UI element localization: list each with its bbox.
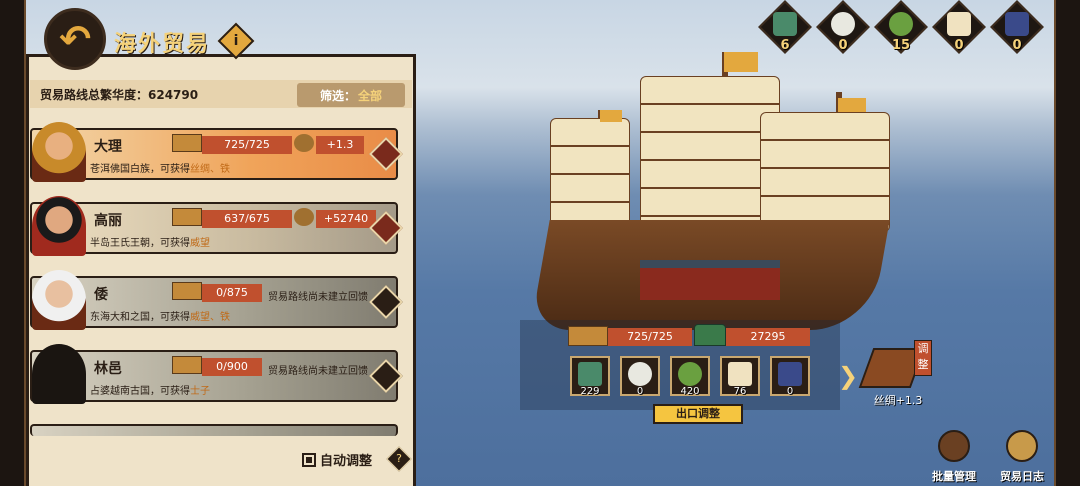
- chevron-right-icon: ❯: [838, 362, 859, 390]
- filter-button[interactable]: 筛选： 全部: [297, 83, 405, 107]
- filter-label: 筛选：: [319, 88, 356, 103]
- resource-count: 0: [954, 38, 964, 53]
- batch-manage-button[interactable]: 批量管理: [926, 428, 982, 484]
- auto-adjust-checkbox[interactable]: [302, 452, 316, 467]
- cargo-count: 76: [733, 386, 747, 397]
- trade-log-label: 贸易日志: [1000, 470, 1044, 483]
- cargo-count: 0: [636, 386, 644, 397]
- ship-icon: [938, 430, 970, 462]
- route-desc: 占婆越南古国，可获得士子: [90, 386, 210, 397]
- route-name: 林邑: [94, 361, 122, 377]
- resource-book[interactable]: 0: [990, 0, 1044, 54]
- silk-bonus-label: 丝绸+1.3: [873, 394, 923, 407]
- back-button[interactable]: ↶: [44, 8, 106, 70]
- avatar: [32, 344, 86, 404]
- resource-count: 0: [1012, 38, 1022, 53]
- total-prosperity-label: 贸易路线总繁华度：624790: [40, 88, 199, 102]
- route-desc: 东海大和之国，可获得威望、铁: [90, 312, 230, 323]
- bronze-vessel-icon: [773, 12, 797, 36]
- auto-adjust-label: 自动调整: [320, 454, 373, 469]
- route-status: 贸易路线尚未建立回馈: [268, 292, 368, 303]
- route-desc: 苍洱佛国白族，可获得丝绸、铁: [90, 164, 230, 175]
- ship-money: 27295: [726, 328, 810, 346]
- avatar: [32, 196, 86, 256]
- route-flag-button[interactable]: [369, 359, 403, 393]
- left-frame: [0, 0, 26, 486]
- export-adjust-button[interactable]: 出口调整: [653, 404, 743, 424]
- porcelain-plate-icon: [628, 362, 652, 386]
- porcelain-plate-icon: [831, 12, 855, 36]
- avatar: [32, 122, 86, 182]
- scroll-painting-icon: [947, 12, 971, 36]
- route-row-partial: [30, 424, 398, 436]
- tea-leaves-icon: [678, 362, 702, 386]
- cargo-count: 229: [580, 386, 600, 397]
- page-title: 海外贸易: [114, 32, 211, 57]
- cargo-count: 0: [786, 386, 794, 397]
- resource-porcelain[interactable]: 0: [816, 0, 870, 54]
- scroll-painting-icon: [728, 362, 752, 386]
- resource-tea[interactable]: 15: [874, 0, 928, 54]
- route-row-linyi[interactable]: 林邑 占婆越南古国，可获得士子 0/900 贸易路线尚未建立回馈: [30, 344, 403, 404]
- back-arrow-icon: ↶: [59, 17, 91, 61]
- cargo-icon: [172, 134, 202, 152]
- adjust-tag[interactable]: 调整: [914, 340, 932, 376]
- route-bonus: +1.3: [316, 136, 364, 154]
- route-flag-button[interactable]: [369, 285, 403, 319]
- route-flag-button[interactable]: [369, 137, 403, 171]
- route-capacity: 725/725: [202, 136, 292, 154]
- ship-capacity: 725/725: [608, 328, 692, 346]
- cargo-count: 420: [680, 386, 700, 397]
- auto-adjust-toggle[interactable]: 自动调整: [302, 450, 372, 469]
- prestige-icon: [294, 208, 314, 226]
- route-row-goryeo[interactable]: 高丽 半岛王氏王朝，可获得威望 637/675 +52740: [30, 196, 403, 256]
- book-icon: [1005, 12, 1029, 36]
- route-name: 高丽: [94, 213, 122, 229]
- route-name: 大理: [94, 139, 122, 155]
- batch-manage-label: 批量管理: [932, 470, 976, 483]
- cargo-icon: [172, 356, 202, 374]
- scroll-icon: [1006, 430, 1038, 462]
- cargo-icon: [172, 208, 202, 226]
- resource-bronze[interactable]: 6: [758, 0, 812, 54]
- trade-log-button[interactable]: 贸易日志: [994, 428, 1050, 484]
- filter-value: 全部: [358, 88, 383, 103]
- treasury-icon: [694, 324, 726, 346]
- book-icon: [778, 362, 802, 386]
- avatar: [32, 270, 86, 330]
- route-capacity: 0/900: [202, 358, 262, 376]
- trade-route-panel: [26, 54, 416, 486]
- route-desc: 半岛王氏王朝，可获得威望: [90, 238, 210, 249]
- bronze-vessel-icon: [578, 362, 602, 386]
- route-name: 倭: [94, 287, 108, 303]
- route-capacity: 637/675: [202, 210, 292, 228]
- route-bonus: +52740: [316, 210, 376, 228]
- resource-count: 6: [780, 38, 790, 53]
- resource-count: 15: [891, 38, 911, 53]
- route-row-dali[interactable]: 大理 苍洱佛国白族，可获得丝绸、铁 725/725 +1.3: [30, 122, 403, 182]
- cargo-icon: [172, 282, 202, 300]
- silk-icon: [294, 134, 314, 152]
- right-frame: [1054, 0, 1080, 486]
- tea-leaves-icon: [889, 12, 913, 36]
- help-icon: ?: [396, 452, 402, 465]
- route-status: 贸易路线尚未建立回馈: [268, 366, 368, 377]
- route-capacity: 0/875: [202, 284, 262, 302]
- info-icon: i: [233, 33, 239, 49]
- resource-painting[interactable]: 0: [932, 0, 986, 54]
- route-row-wa[interactable]: 倭 东海大和之国，可获得威望、铁 0/875 贸易路线尚未建立回馈: [30, 270, 403, 330]
- cargo-icon: [568, 326, 608, 346]
- resource-count: 0: [838, 38, 848, 53]
